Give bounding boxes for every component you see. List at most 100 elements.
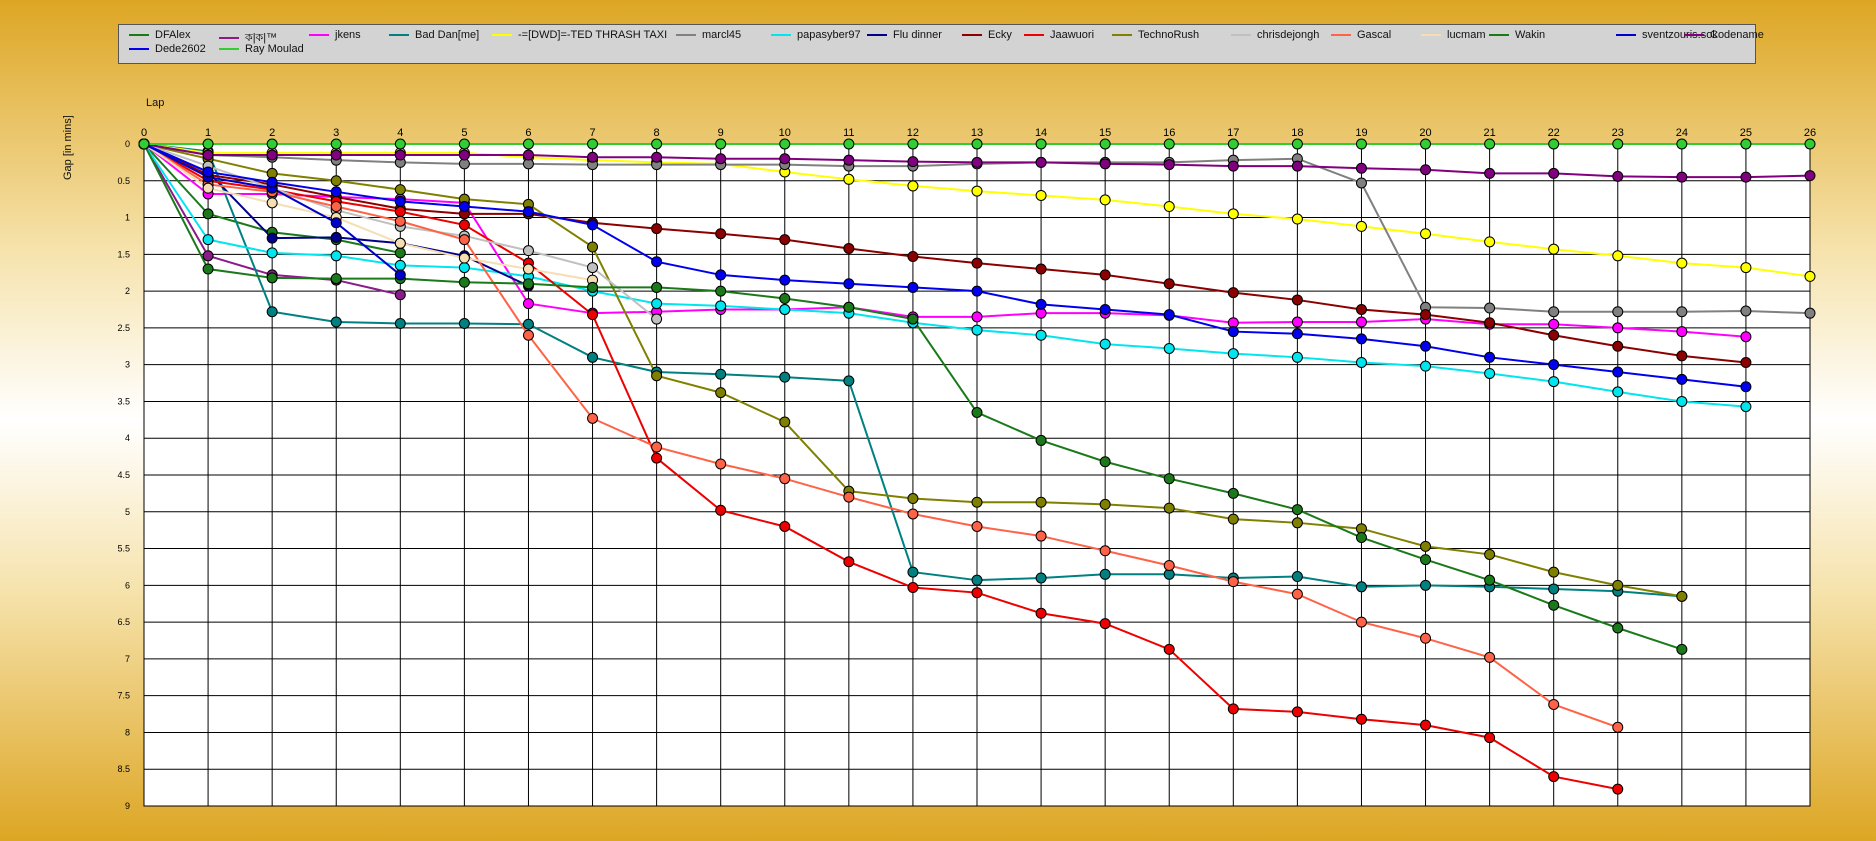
data-point-technorush [907,493,919,505]
data-point-dede2602 [651,256,663,268]
data-point-ray-moulad [330,138,342,150]
data-point-dwd-ted-thrash-taxi [1355,220,1367,232]
data-point-ecky [715,228,727,240]
data-point-ray-moulad [1099,138,1111,150]
data-point-wakin [1035,434,1047,446]
data-point-dwd-ted-thrash-taxi [1804,270,1816,282]
data-point-jaawuori [1484,732,1496,744]
data-point-ray-moulad [458,138,470,150]
data-point-dede2602 [1035,298,1047,310]
y-tick-label: 5.5 [117,544,130,554]
x-tick-label: 17 [1227,127,1239,139]
data-point-ecky [779,234,791,246]
data-point-dede2602 [1291,328,1303,340]
data-point-papasyber97 [1740,401,1752,413]
data-point-wakin [971,406,983,418]
data-point-codename [587,151,599,163]
data-point-jaawuori [1227,703,1239,715]
data-point-codename [202,149,214,161]
x-tick-label: 11 [843,127,854,139]
x-tick-label: 4 [397,127,403,139]
y-tick-label: 2.5 [117,323,130,333]
x-tick-label: 9 [718,127,724,139]
x-tick-label: 26 [1804,127,1816,139]
data-point-technorush [330,175,342,187]
data-point-jaawuori [907,582,919,594]
data-point-wakin [715,285,727,297]
data-point-dede2602 [330,186,342,198]
data-point-marcl45 [1740,305,1752,317]
data-point-gascal [779,473,791,485]
data-point-ray-moulad [1420,138,1432,150]
data-point-codename [266,149,278,161]
data-point-sventzouris-sok [330,217,342,229]
data-point-gascal [587,412,599,424]
data-point-ecky [1740,356,1752,368]
data-point-jaawuori [1291,706,1303,718]
data-point-ecky [1355,304,1367,315]
x-tick-label: 13 [971,127,983,139]
data-point-technorush [715,387,727,399]
data-point-jkens [1355,316,1367,328]
data-point-codename [330,149,342,161]
data-point-ray-moulad [1612,138,1624,150]
y-tick-label: 1 [125,213,130,223]
data-point-technorush [651,370,663,382]
data-point-papasyber97 [651,298,663,310]
data-point-technorush [1291,517,1303,529]
data-point-bad-dan-me [266,306,278,318]
data-point-ecky [1227,287,1239,299]
data-point-codename [1099,158,1111,170]
data-point-series [394,289,406,301]
data-point-dwd-ted-thrash-taxi [1612,250,1624,262]
gap-chart: 0 1 2 3 4 5 6 7 8 9 10 11 12 13 14 15 16 17 18 19 20 21 22 23 24… [117,127,1816,811]
data-point-dede2602 [522,206,534,218]
data-point-marcl45 [1804,307,1816,319]
x-tick-label: 14 [1035,127,1047,139]
data-point-ecky [1420,309,1432,321]
data-point-bad-dan-me [1291,571,1303,583]
data-point-gascal [394,215,406,227]
data-point-gascal [843,491,855,503]
data-point-flu-dinner [330,231,342,243]
data-point-lucmam [522,263,534,275]
data-point-gascal [971,520,983,532]
data-point-ray-moulad [202,138,214,150]
data-point-wakin [202,263,214,275]
data-point-bad-dan-me [587,351,599,363]
data-point-ray-moulad [1484,138,1496,150]
data-point-gascal [1484,651,1496,663]
data-point-ecky [1676,350,1688,362]
y-tick-label: 6 [125,580,130,590]
x-tick-label: 20 [1419,127,1431,139]
data-point-dede2602 [715,269,727,281]
data-point-dwd-ted-thrash-taxi [971,185,983,197]
data-point-ray-moulad [1227,138,1239,150]
x-tick-label: 19 [1355,127,1367,139]
data-point-codename [1355,162,1367,174]
data-point-bad-dan-me [971,574,983,586]
data-point-ray-moulad [1291,138,1303,150]
y-tick-label: 7 [125,654,130,664]
data-point-dede2602 [1484,351,1496,363]
data-point-jkens [1740,331,1752,343]
data-point-jkens [1548,318,1560,330]
data-point-gascal [907,508,919,520]
data-point-technorush [1099,498,1111,510]
data-point-dede2602 [1740,381,1752,393]
y-tick-label: 2 [125,286,130,296]
data-point-codename [458,149,470,161]
x-tick-label: 10 [779,127,791,139]
data-point-jkens [1291,316,1303,328]
data-point-jaawuori [394,206,406,218]
data-point-series [202,250,214,262]
data-point-wakin [587,281,599,293]
data-point-dwd-ted-thrash-taxi [1291,213,1303,225]
data-point-dwd-ted-thrash-taxi [1676,257,1688,269]
data-point-marcl45 [1676,306,1688,318]
data-point-ray-moulad [522,138,534,150]
data-point-bad-dan-me [907,566,919,578]
data-point-dede2602 [971,285,983,297]
data-point-dede2602 [1355,333,1367,345]
data-point-ray-moulad [1676,138,1688,150]
